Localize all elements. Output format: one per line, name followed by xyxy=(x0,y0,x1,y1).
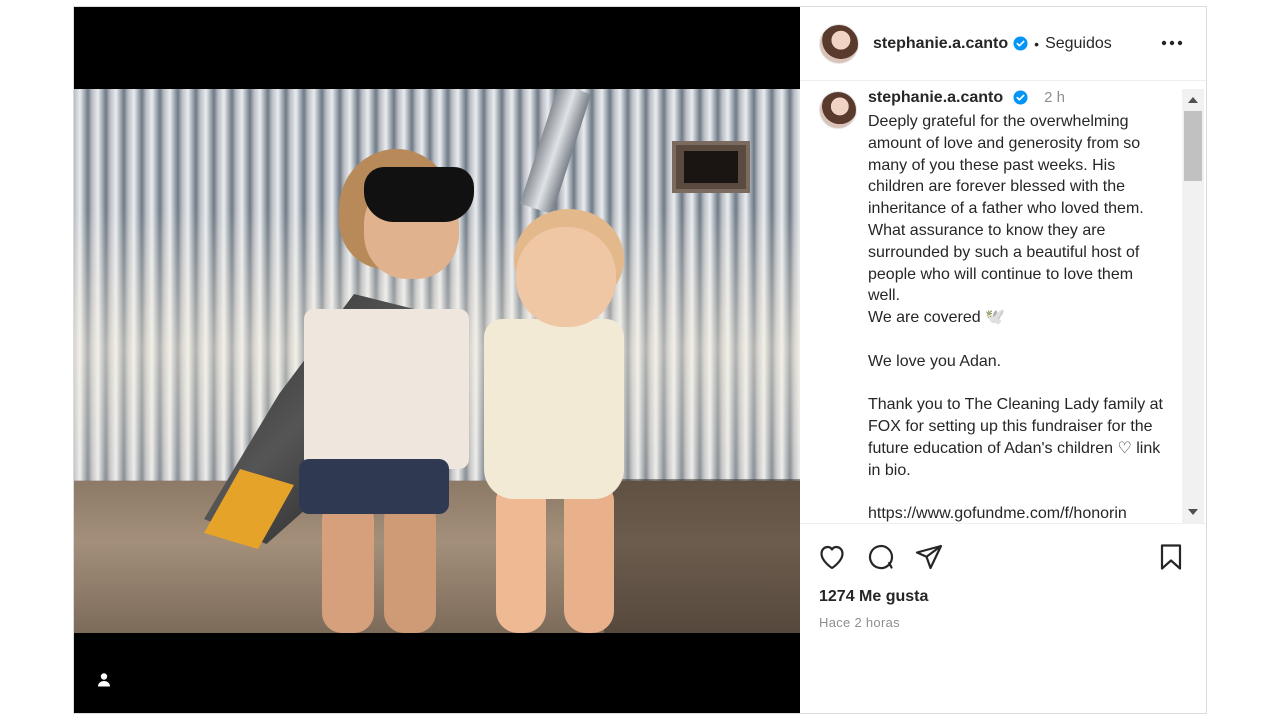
post-photo[interactable] xyxy=(74,89,800,633)
leg xyxy=(496,479,546,633)
heart-icon[interactable] xyxy=(817,542,847,572)
leg xyxy=(384,499,436,633)
caption-header: stephanie.a.canto 2 h xyxy=(868,89,1065,107)
child-in-cape xyxy=(204,149,484,633)
scroll-down-arrow[interactable] xyxy=(1188,509,1198,515)
scroll-up-arrow[interactable] xyxy=(1188,97,1198,103)
caption-username[interactable]: stephanie.a.canto xyxy=(868,89,1003,106)
paper-plane-icon[interactable] xyxy=(914,542,944,572)
mask xyxy=(364,167,474,222)
comment-icon[interactable] xyxy=(866,542,896,572)
romper xyxy=(484,319,624,499)
caption-text: Deeply grateful for the overwhelming amo… xyxy=(868,113,1163,523)
header-username[interactable]: stephanie.a.canto xyxy=(873,35,1008,53)
shirt xyxy=(304,309,469,469)
avatar[interactable] xyxy=(819,23,859,64)
follow-status-button[interactable]: Seguidos xyxy=(1045,35,1112,53)
comments-scrollbar[interactable] xyxy=(1182,89,1204,523)
like-count[interactable]: 1274 Me gusta xyxy=(819,588,928,606)
wall-vent xyxy=(672,141,750,193)
post-header: stephanie.a.canto • Seguidos xyxy=(800,7,1206,81)
caption-avatar[interactable] xyxy=(819,91,857,129)
post-media[interactable] xyxy=(74,7,800,713)
header-separator: • xyxy=(1034,35,1040,52)
user-tag-icon[interactable] xyxy=(96,672,112,688)
bookmark-icon[interactable] xyxy=(1156,542,1186,572)
post-time[interactable]: 2 h xyxy=(1044,89,1065,106)
verified-badge-icon xyxy=(1013,36,1028,51)
post-modal: stephanie.a.canto • Seguidos stephanie.a… xyxy=(73,6,1207,714)
wall-pipe xyxy=(519,89,592,215)
cape-lining xyxy=(204,469,294,549)
face xyxy=(516,227,616,327)
action-bar: 1274 Me gusta Hace 2 horas xyxy=(800,523,1206,713)
shorts xyxy=(299,459,449,514)
scroll-thumb[interactable] xyxy=(1184,111,1202,181)
comments-area[interactable]: stephanie.a.canto 2 h Deeply grateful fo… xyxy=(800,85,1206,523)
verified-badge-icon xyxy=(1013,90,1028,105)
post-sidebar: stephanie.a.canto • Seguidos stephanie.a… xyxy=(800,7,1206,713)
leg xyxy=(564,479,614,633)
more-options-icon[interactable] xyxy=(1160,33,1184,53)
leg xyxy=(322,499,374,633)
post-timestamp[interactable]: Hace 2 horas xyxy=(819,615,900,630)
toddler xyxy=(474,209,634,633)
